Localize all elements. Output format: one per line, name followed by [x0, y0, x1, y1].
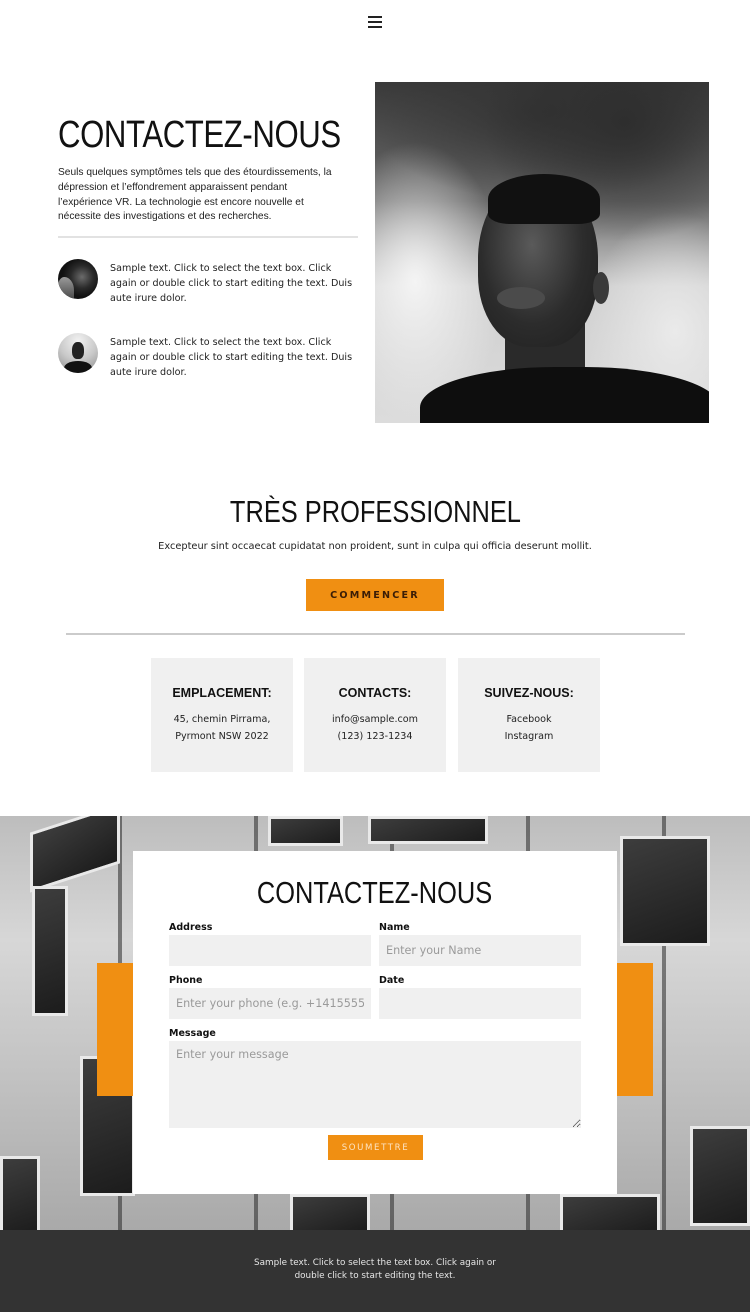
building-window [368, 816, 488, 844]
building-window [32, 886, 68, 1016]
section-divider [66, 633, 685, 635]
accent-block-left [97, 963, 137, 1096]
address-label: Address [169, 922, 213, 933]
professional-subtitle: Excepteur sint occaecat cupidatat non pr… [158, 541, 592, 552]
contact-form: CONTACTEZ-NOUS Address Name Phone Date M… [133, 851, 617, 1194]
card-line: Pyrmont NSW 2022 [175, 730, 269, 742]
footer-text: Sample text. Click to select the text bo… [254, 1258, 496, 1281]
footer: Sample text. Click to select the text bo… [0, 1230, 750, 1312]
phone-link[interactable]: (123) 123-1234 [304, 729, 446, 746]
intro-description: Seuls quelques symptômes tels que des ét… [58, 167, 332, 223]
menu-bar [368, 21, 382, 23]
building-window [268, 816, 343, 846]
intro-title: CONTACTEZ-NOUS [58, 114, 341, 156]
professional-title-text: TRÈS PROFESSIONNEL [229, 494, 521, 529]
building-window [620, 836, 710, 946]
card-title: CONTACTS: [338, 686, 412, 700]
info-card-social: SUIVEZ-NOUS: Facebook Instagram [458, 658, 600, 772]
commencer-button[interactable]: COMMENCER [306, 579, 444, 611]
person-avatar-1 [58, 259, 98, 299]
building-window [560, 1194, 660, 1230]
date-input[interactable] [379, 988, 581, 1019]
phone-label: Phone [169, 975, 203, 986]
intro-divider [58, 236, 358, 238]
professional-title: TRÈS PROFESSIONNEL [0, 494, 750, 530]
date-label: Date [379, 975, 405, 986]
accent-block-right [613, 963, 653, 1096]
submit-button[interactable]: SOUMETTRE [328, 1135, 423, 1160]
person-avatar-2 [58, 333, 98, 373]
building-window [0, 1156, 40, 1230]
instagram-link[interactable]: Instagram [458, 729, 600, 746]
phone-input[interactable] [169, 988, 371, 1019]
building-window [690, 1126, 750, 1226]
message-label: Message [169, 1028, 216, 1039]
card-line: 45, chemin Pirrama, [173, 714, 271, 725]
list-item-text: Sample text. Click to select the text bo… [110, 337, 353, 378]
list-item-text: Sample text. Click to select the text bo… [110, 263, 353, 304]
address-input[interactable] [169, 935, 371, 966]
portrait-photo [375, 82, 709, 423]
menu-bar [368, 16, 382, 18]
portrait-shirt [420, 367, 709, 423]
portrait-hair [488, 174, 600, 224]
building-window [290, 1194, 370, 1230]
message-textarea[interactable] [169, 1041, 581, 1128]
card-title: EMPLACEMENT: [172, 686, 272, 700]
email-link[interactable]: info@sample.com [304, 712, 446, 729]
portrait-lips [497, 287, 545, 309]
portrait-ear [593, 272, 609, 304]
info-card-location: EMPLACEMENT: 45, chemin Pirrama, Pyrmont… [151, 658, 293, 772]
header [0, 0, 750, 50]
form-title-text: CONTACTEZ-NOUS [257, 875, 493, 910]
form-title: CONTACTEZ-NOUS [133, 875, 617, 911]
card-title: SUIVEZ-NOUS: [484, 686, 574, 700]
name-label: Name [379, 922, 410, 933]
name-input[interactable] [379, 935, 581, 966]
menu-bar [368, 26, 382, 28]
building-window [30, 816, 120, 893]
info-card-contacts: CONTACTS: info@sample.com (123) 123-1234 [304, 658, 446, 772]
hamburger-menu-icon[interactable] [368, 15, 382, 29]
facebook-link[interactable]: Facebook [458, 712, 600, 729]
